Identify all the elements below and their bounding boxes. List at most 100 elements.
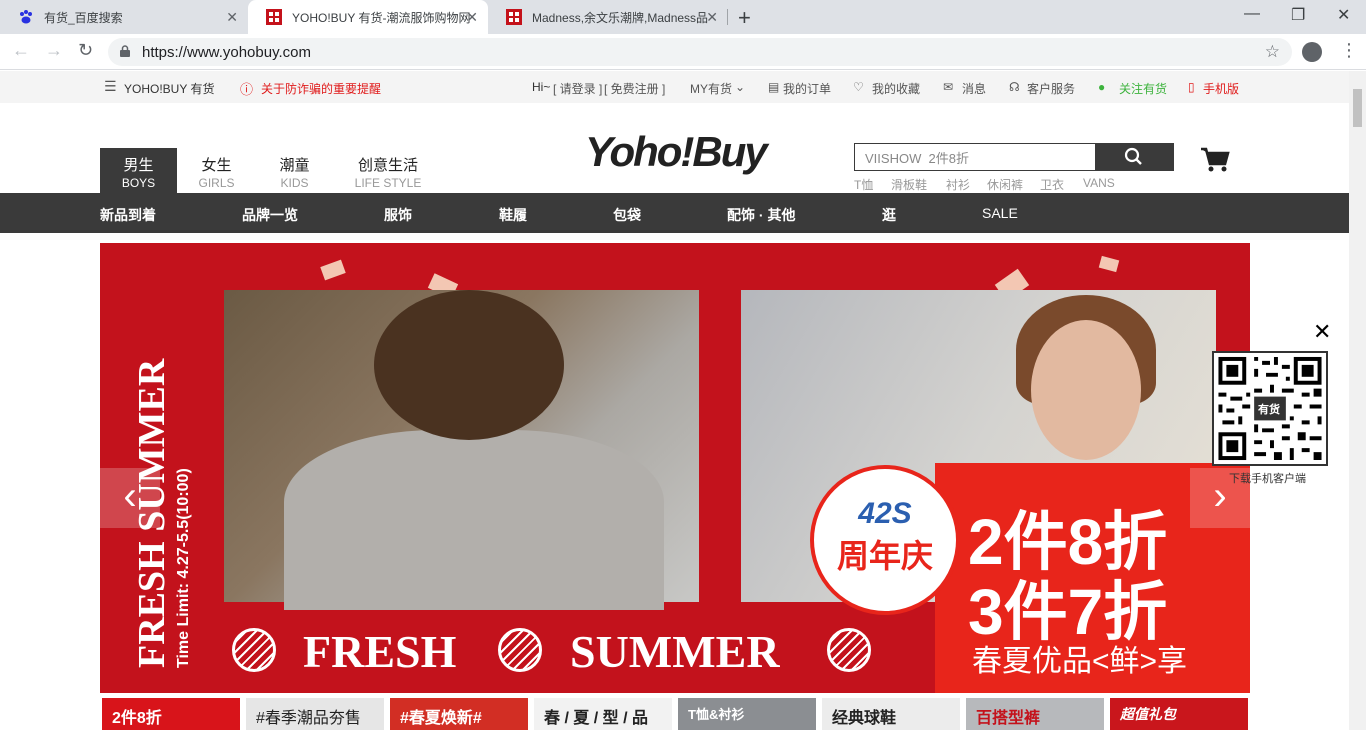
search-icon [1124, 147, 1142, 165]
gender-tab-kids[interactable]: 潮童 KIDS [256, 148, 333, 193]
maximize-icon[interactable]: ❐ [1291, 5, 1305, 25]
greeting-text: Hi~ [532, 80, 551, 94]
gender-label-en: GIRLS [198, 176, 235, 190]
gender-tab-girls[interactable]: 女生 GIRLS [178, 148, 255, 193]
site-brand-link[interactable]: YOHO!BUY 有货 [124, 80, 214, 97]
heart-icon: ♡ [853, 80, 864, 94]
my-orders-link[interactable]: 我的订单 [783, 80, 831, 97]
follow-link[interactable]: 关注有货 [1119, 80, 1167, 97]
window-close-icon[interactable]: ✕ [1337, 5, 1350, 25]
nav-item-bags[interactable]: 包袋 [613, 205, 641, 225]
headset-icon: ☊ [1009, 80, 1020, 94]
minimize-icon[interactable]: — [1244, 5, 1260, 23]
nav-item-accessories[interactable]: 配饰 · 其他 [727, 205, 795, 225]
promo-tile[interactable]: #春夏焕新# [390, 698, 528, 730]
tab-baidu[interactable]: 有货_百度搜索 ✕ [0, 0, 248, 34]
qr-close-icon[interactable]: ✕ [1313, 319, 1331, 345]
tab-title: Madness,余文乐潮牌,Madness品 [532, 10, 709, 25]
tab-title: 有货_百度搜索 [44, 10, 123, 25]
promo-tile[interactable]: #春季潮品夯售 [246, 698, 384, 730]
nav-item-shoes[interactable]: 鞋履 [499, 205, 527, 225]
striped-circle-icon [232, 628, 276, 672]
nav-item-brands[interactable]: 品牌一览 [242, 205, 298, 225]
tab-separator [727, 9, 728, 25]
badge-text: 周年庆 [836, 538, 933, 574]
page-content: ☰ YOHO!BUY 有货 ⓘ 关于防诈骗的重要提醒 Hi~ [ 请登录 ] [… [0, 71, 1349, 730]
new-tab-icon[interactable]: + [738, 5, 751, 31]
tab-close-icon[interactable]: ✕ [706, 9, 718, 26]
promo-tile[interactable]: 经典球鞋 [822, 698, 960, 730]
tab-close-icon[interactable]: ✕ [226, 9, 238, 26]
app-qr-code: 有货 [1212, 351, 1328, 466]
nav-item-clothing[interactable]: 服饰 [384, 205, 412, 225]
promo-tile[interactable]: T恤&衬衫 [678, 698, 816, 730]
photo-face [1031, 320, 1141, 460]
phone-icon: ▯ [1188, 80, 1195, 94]
promo-line-3: 春夏优品<鲜>享 [972, 645, 1188, 678]
carousel-prev-icon[interactable]: ‹ [100, 468, 160, 528]
nav-item-browse[interactable]: 逛 [882, 205, 896, 225]
page-scrollbar[interactable] [1349, 71, 1366, 730]
gender-label-en: LIFE STYLE [354, 176, 422, 190]
hot-word-link[interactable]: VANS [1083, 176, 1115, 190]
tab-madness[interactable]: Madness,余文乐潮牌,Madness品 ✕ [488, 0, 728, 34]
my-yoho-menu[interactable]: MY有货 [690, 80, 732, 97]
banner-word-summer: SUMMER [570, 626, 780, 677]
hot-word-link[interactable]: 卫衣 [1040, 176, 1064, 193]
nav-item-sale[interactable]: SALE [982, 205, 1018, 221]
gender-label-cn: 潮童 [279, 157, 310, 174]
gender-label-cn: 女生 [201, 157, 232, 174]
register-link[interactable]: [ 免费注册 ] [604, 80, 665, 97]
address-bar[interactable]: https://www.yohobuy.com ☆ [108, 38, 1292, 66]
login-link[interactable]: [ 请登录 ] [553, 80, 602, 97]
search-input[interactable] [855, 144, 1096, 170]
scrollbar-thumb[interactable] [1353, 89, 1362, 127]
messages-link[interactable]: 消息 [962, 80, 986, 97]
hot-word-link[interactable]: 衬衫 [946, 176, 970, 193]
search-button[interactable] [1095, 144, 1173, 170]
promo-tile[interactable]: 超值礼包 [1110, 698, 1248, 730]
nav-item-new[interactable]: 新品到着 [100, 205, 156, 225]
gender-label-en: BOYS [121, 176, 156, 190]
customer-service-link[interactable]: 客户服务 [1027, 80, 1075, 97]
promo-tile[interactable]: 春 / 夏 / 型 / 品 [534, 698, 672, 730]
vertical-subtitle: Time Limit: 4.27-5.5(10:00) [175, 468, 192, 668]
shopping-cart-icon[interactable] [1200, 147, 1230, 173]
promo-tile[interactable]: 百搭型裤 [966, 698, 1104, 730]
site-header: 男生 BOYS 女生 GIRLS 潮童 KIDS 创意生活 LIFE STYLE… [0, 103, 1349, 193]
gender-tab-lifestyle[interactable]: 创意生活 LIFE STYLE [335, 148, 441, 193]
reload-icon[interactable]: ↻ [78, 40, 93, 61]
hot-word-link[interactable]: 滑板鞋 [891, 176, 927, 193]
anti-fraud-link[interactable]: 关于防诈骗的重要提醒 [261, 80, 381, 97]
favorites-link[interactable]: 我的收藏 [872, 80, 920, 97]
site-logo[interactable]: Yoho!Buy [585, 128, 768, 176]
tab-title: YOHO!BUY 有货-潮流服饰购物网 [292, 10, 470, 25]
badge-number: 42S [858, 497, 912, 530]
qr-caption: 下载手机客户端 [1229, 473, 1306, 485]
menu-kebab-icon[interactable]: ⋮ [1340, 40, 1358, 61]
mobile-version-link[interactable]: 手机版 [1203, 80, 1239, 97]
main-nav: 新品到着 品牌一览 服饰 鞋履 包袋 配饰 · 其他 逛 SALE [0, 193, 1349, 233]
gender-tab-boys[interactable]: 男生 BOYS [100, 148, 177, 193]
hot-word-link[interactable]: T恤 [854, 176, 873, 193]
top-utility-bar: ☰ YOHO!BUY 有货 ⓘ 关于防诈骗的重要提醒 Hi~ [ 请登录 ] [… [0, 71, 1349, 103]
bookmark-star-icon[interactable]: ☆ [1265, 42, 1280, 62]
forward-icon[interactable]: → [45, 40, 63, 61]
qr-center-label: 有货 [1258, 404, 1280, 416]
back-icon[interactable]: ← [12, 40, 30, 61]
profile-avatar-icon[interactable] [1302, 42, 1322, 62]
tab-yohobuy[interactable]: YOHO!BUY 有货-潮流服饰购物网 ✕ [248, 0, 488, 34]
striped-circle-icon [827, 628, 871, 672]
striped-circle-icon [498, 628, 542, 672]
mail-icon: ✉ [943, 80, 954, 94]
hero-banner[interactable]: FRESH SUMMER Time Limit: 4.27-5.5(10:00)… [100, 243, 1250, 693]
search-box [854, 143, 1174, 171]
anniversary-badge: 42S 周年庆 [810, 465, 960, 615]
chevron-down-icon: ⌄ [735, 80, 746, 94]
baidu-paw-icon [20, 10, 32, 24]
tab-close-icon[interactable]: ✕ [466, 9, 478, 26]
photo-shirt [284, 430, 664, 610]
hamburger-icon[interactable]: ☰ [104, 78, 117, 95]
promo-tile[interactable]: 2件8折 [102, 698, 240, 730]
hot-word-link[interactable]: 休闲裤 [987, 176, 1023, 193]
